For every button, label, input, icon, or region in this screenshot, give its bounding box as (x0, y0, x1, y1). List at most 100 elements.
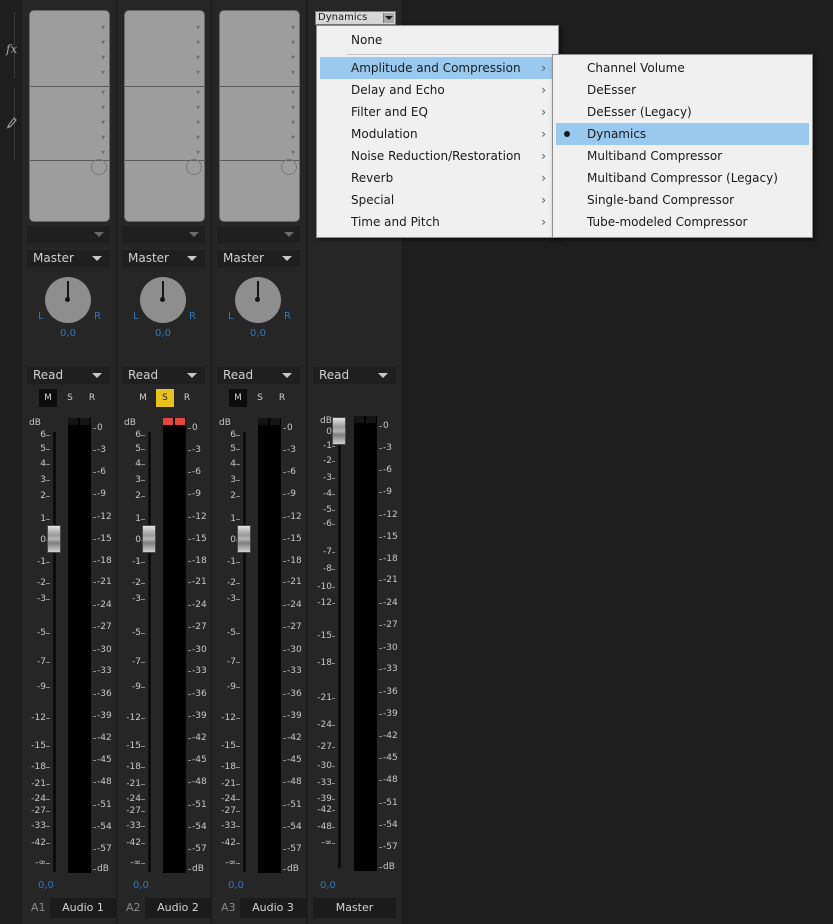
slot-arrow-icon[interactable]: ▼ (291, 106, 295, 111)
slot-arrow-icon[interactable]: ▼ (291, 41, 295, 46)
menu-item-none[interactable]: None (317, 29, 558, 51)
slot-arrow-icon[interactable]: ▼ (101, 136, 105, 141)
track-name[interactable]: Master (313, 898, 396, 918)
slot-arrow-icon[interactable]: ▼ (196, 91, 200, 96)
slot-arrow-icon[interactable]: ▼ (291, 56, 295, 61)
output-dropdown[interactable]: Master (27, 250, 110, 267)
submenu-item[interactable]: DeEsser (556, 79, 809, 101)
clip-indicator-left[interactable] (354, 416, 364, 423)
clip-indicator-left[interactable] (68, 418, 78, 425)
submenu-item[interactable]: Channel Volume (556, 57, 809, 79)
output-dropdown[interactable]: Master (217, 250, 300, 267)
solo-button[interactable]: S (251, 389, 269, 407)
pan-value[interactable]: 0,0 (117, 328, 209, 339)
clip-indicator-right[interactable] (270, 418, 280, 425)
slot-arrow-icon[interactable]: ▼ (196, 41, 200, 46)
send-dropdown[interactable] (27, 226, 110, 243)
slot-arrow-icon[interactable]: ▼ (291, 136, 295, 141)
slot-arrow-icon[interactable]: ▼ (101, 26, 105, 31)
clip-indicator-left[interactable] (258, 418, 268, 425)
menu-category-item[interactable]: Amplitude and Compression › (320, 57, 552, 79)
mute-button[interactable]: M (229, 389, 247, 407)
pan-value[interactable]: 0,0 (212, 328, 304, 339)
fader-track[interactable] (148, 432, 151, 872)
clip-indicator-left[interactable] (163, 418, 173, 425)
submenu-item[interactable]: Multiband Compressor (556, 145, 809, 167)
volume-fader[interactable] (47, 525, 61, 553)
slot-arrow-icon[interactable]: ▼ (196, 121, 200, 126)
track-name[interactable]: Audio 2 (145, 898, 211, 918)
menu-category-item[interactable]: Time and Pitch › (320, 211, 552, 233)
automation-mode-dropdown[interactable]: Read (122, 367, 205, 384)
slot-bypass-icon[interactable] (91, 159, 107, 175)
pan-knob[interactable] (235, 277, 281, 323)
effect-slot-dropdown[interactable]: Dynamics (315, 11, 396, 25)
pan-value[interactable]: 0,0 (22, 328, 114, 339)
pan-knob[interactable] (45, 277, 91, 323)
send-dropdown[interactable] (122, 226, 205, 243)
slot-arrow-icon[interactable]: ▼ (101, 106, 105, 111)
menu-category-item[interactable]: Special › (320, 189, 552, 211)
slot-arrow-icon[interactable]: ▼ (291, 151, 295, 156)
track-name[interactable]: Audio 1 (50, 898, 116, 918)
send-dropdown[interactable] (217, 226, 300, 243)
fader-track[interactable] (53, 432, 56, 872)
slot-arrow-icon[interactable]: ▼ (196, 56, 200, 61)
slot-arrow-icon[interactable]: ▼ (291, 26, 295, 31)
submenu-item[interactable]: Single-band Compressor (556, 189, 809, 211)
submenu-item[interactable]: Dynamics (556, 123, 809, 145)
record-button[interactable]: R (178, 389, 196, 407)
fader-track[interactable] (243, 432, 246, 872)
menu-category-item[interactable]: Reverb › (320, 167, 552, 189)
automation-mode-dropdown[interactable]: Read (313, 367, 396, 384)
menu-category-item[interactable]: Modulation › (320, 123, 552, 145)
menu-category-item[interactable]: Delay and Echo › (320, 79, 552, 101)
menu-category-item[interactable]: Filter and EQ › (320, 101, 552, 123)
slot-arrow-icon[interactable]: ▼ (196, 71, 200, 76)
solo-button[interactable]: S (156, 389, 174, 407)
submenu-item[interactable]: DeEsser (Legacy) (556, 101, 809, 123)
slot-arrow-icon[interactable]: ▼ (291, 91, 295, 96)
slot-arrow-icon[interactable]: ▼ (101, 56, 105, 61)
effect-rack[interactable]: ▼ ▼ ▼ ▼ ▼ ▼ ▼ ▼ ▼ (29, 10, 110, 222)
record-button[interactable]: R (83, 389, 101, 407)
slot-arrow-icon[interactable]: ▼ (101, 151, 105, 156)
submenu-item[interactable]: Multiband Compressor (Legacy) (556, 167, 809, 189)
slot-bypass-icon[interactable] (186, 159, 202, 175)
solo-button[interactable]: S (61, 389, 79, 407)
slot-arrow-icon[interactable]: ▼ (196, 151, 200, 156)
volume-value[interactable]: 0,0 (133, 880, 149, 891)
volume-fader[interactable] (237, 525, 251, 553)
slot-arrow-icon[interactable]: ▼ (196, 136, 200, 141)
slot-arrow-icon[interactable]: ▼ (101, 121, 105, 126)
slot-arrow-icon[interactable]: ▼ (196, 26, 200, 31)
automation-mode-dropdown[interactable]: Read (27, 367, 110, 384)
effect-slot-arrow[interactable] (383, 13, 394, 23)
clip-indicator-right[interactable] (80, 418, 90, 425)
mute-button[interactable]: M (39, 389, 57, 407)
fx-icon[interactable]: fx (6, 42, 17, 56)
pen-icon[interactable] (6, 114, 18, 133)
automation-mode-dropdown[interactable]: Read (217, 367, 300, 384)
clip-indicator-right[interactable] (366, 416, 376, 423)
slot-arrow-icon[interactable]: ▼ (101, 71, 105, 76)
track-name[interactable]: Audio 3 (240, 898, 306, 918)
submenu-item[interactable]: Tube-modeled Compressor (556, 211, 809, 233)
clip-indicator-right[interactable] (175, 418, 185, 425)
pan-knob[interactable] (140, 277, 186, 323)
volume-value[interactable]: 0,0 (320, 880, 336, 891)
volume-value[interactable]: 0,0 (38, 880, 54, 891)
slot-bypass-icon[interactable] (281, 159, 297, 175)
mute-button[interactable]: M (134, 389, 152, 407)
output-dropdown[interactable]: Master (122, 250, 205, 267)
record-button[interactable]: R (273, 389, 291, 407)
effect-rack[interactable]: ▼ ▼ ▼ ▼ ▼ ▼ ▼ ▼ ▼ (219, 10, 300, 222)
slot-arrow-icon[interactable]: ▼ (101, 41, 105, 46)
fader-track[interactable] (338, 428, 341, 868)
volume-fader[interactable] (332, 417, 346, 445)
volume-value[interactable]: 0,0 (228, 880, 244, 891)
menu-category-item[interactable]: Noise Reduction/Restoration › (320, 145, 552, 167)
slot-arrow-icon[interactable]: ▼ (196, 106, 200, 111)
slot-arrow-icon[interactable]: ▼ (101, 91, 105, 96)
slot-arrow-icon[interactable]: ▼ (291, 121, 295, 126)
